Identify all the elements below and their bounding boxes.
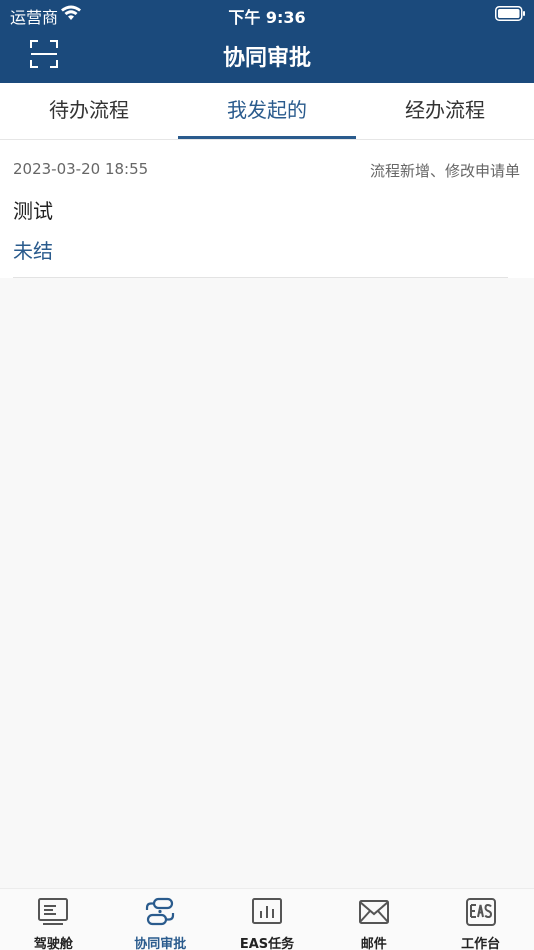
- tabbar-label: 协同审批: [134, 937, 187, 950]
- battery-icon: [495, 6, 525, 21]
- tabbar-item-workbench[interactable]: 工作台: [427, 889, 534, 950]
- item-status: 未结: [13, 239, 53, 263]
- tabbar-label: EAS任务: [239, 937, 295, 950]
- item-type: 流程新增、修改申请单: [369, 162, 520, 180]
- tabbar-label: 工作台: [461, 937, 501, 950]
- item-date: 2023-03-20 18:55: [13, 160, 149, 178]
- mail-icon: [358, 900, 389, 924]
- segment-tabs: 待办流程 我发起的 经办流程: [0, 83, 534, 140]
- active-tab-indicator: [178, 136, 356, 139]
- tabbar-label: 驾驶舱: [33, 937, 73, 950]
- app-header: 运营商 下午 9:36 协同审批: [0, 0, 534, 83]
- tab-initiated[interactable]: 我发起的: [178, 83, 356, 140]
- tabbar-item-mail[interactable]: 邮件: [320, 889, 427, 950]
- eas-icon: [465, 898, 496, 926]
- list-item[interactable]: 2023-03-20 18:55 流程新增、修改申请单 测试 未结: [0, 140, 534, 278]
- bottom-tab-bar: 驾驶舱 协同审批 EAS任务 邮件 工作台: [0, 888, 534, 950]
- status-time: 下午 9:36: [228, 8, 306, 27]
- chart-icon: [251, 898, 282, 924]
- status-bar: 运营商 下午 9:36: [0, 0, 534, 28]
- item-divider: [13, 277, 508, 278]
- tabbar-item-eas-tasks[interactable]: EAS任务: [214, 889, 321, 950]
- tabbar-item-dashboard[interactable]: 驾驶舱: [0, 889, 107, 950]
- tabbar-item-workflow[interactable]: 协同审批: [107, 889, 214, 950]
- workflow-icon: [146, 897, 175, 926]
- tab-handled[interactable]: 经办流程: [356, 83, 534, 140]
- tab-pending[interactable]: 待办流程: [0, 83, 178, 140]
- page-title: 协同审批: [222, 46, 311, 71]
- tabbar-label: 邮件: [360, 937, 387, 950]
- item-title: 测试: [13, 199, 53, 223]
- dashboard-icon: [38, 898, 69, 925]
